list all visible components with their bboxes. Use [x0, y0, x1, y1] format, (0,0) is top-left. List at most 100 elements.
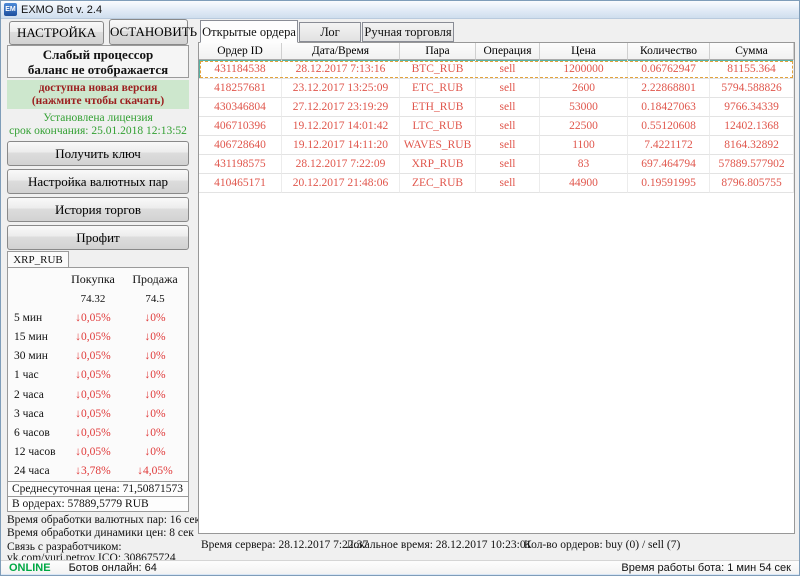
- col-header-order-id[interactable]: Ордер ID: [199, 43, 282, 60]
- average-daily-price: Среднесуточная цена: 71,50871573: [8, 481, 188, 496]
- cell-datetime: 28.12.2017 7:13:16: [282, 60, 400, 79]
- cell-price: 22500: [540, 117, 628, 136]
- period-label: 6 часов: [10, 427, 62, 439]
- in-orders-total: В ордерах: 57889,5779 RUB: [8, 496, 188, 511]
- pairs-processing-time: Время обработки валютных пар: 16 сек: [7, 514, 195, 526]
- table-row[interactable]: 406728640 19.12.2017 14:11:20 WAVES_RUB …: [199, 136, 794, 155]
- get-key-button[interactable]: Получить ключ: [7, 141, 189, 166]
- cell-quantity: 0.06762947: [628, 60, 710, 79]
- table-empty-area: [199, 193, 794, 533]
- table-row[interactable]: 431184538 28.12.2017 7:13:16 BTC_RUB sel…: [199, 60, 794, 79]
- update-line2: (нажмите чтобы скачать): [7, 95, 189, 108]
- license-line2: срок окончания: 25.01.2018 12:13:52: [7, 125, 189, 138]
- tab-xrp-rub[interactable]: XRP_RUB: [7, 251, 69, 268]
- cell-order-id: 410465171: [199, 174, 282, 193]
- window-title: EXMO Bot v. 2.4: [21, 4, 102, 16]
- buy-change: ↓0,05%: [62, 350, 124, 362]
- cell-quantity: 2.22868801: [628, 79, 710, 98]
- warning-line1: Слабый процессор: [8, 47, 188, 62]
- update-line1: доступна новая версия: [7, 82, 189, 95]
- buy-change: ↓0,05%: [62, 331, 124, 343]
- cell-operation: sell: [476, 98, 540, 117]
- col-header-sum[interactable]: Сумма: [710, 43, 794, 60]
- buy-change: ↓3,78%: [62, 465, 124, 477]
- period-label: 5 мин: [10, 312, 62, 324]
- cell-quantity: 0.18427063: [628, 98, 710, 117]
- sell-change: ↓0%: [124, 331, 186, 343]
- table-row[interactable]: 406710396 19.12.2017 14:01:42 LTC_RUB se…: [199, 117, 794, 136]
- status-bar: ONLINE Ботов онлайн: 64 Время работы бот…: [1, 560, 799, 574]
- col-header-operation[interactable]: Операция: [476, 43, 540, 60]
- cell-order-id: 418257681: [199, 79, 282, 98]
- license-info: Установлена лицензия срок окончания: 25.…: [7, 112, 189, 138]
- settings-button[interactable]: НАСТРОЙКА: [9, 21, 104, 45]
- cell-quantity: 0.55120608: [628, 117, 710, 136]
- period-label: 2 часа: [10, 389, 62, 401]
- title-bar: EM EXMO Bot v. 2.4: [1, 1, 799, 19]
- table-row[interactable]: 431198575 28.12.2017 7:22:09 XRP_RUB sel…: [199, 155, 794, 174]
- col-header-price[interactable]: Цена: [540, 43, 628, 60]
- col-header-quantity[interactable]: Количество: [628, 43, 710, 60]
- buy-price: 74.32: [62, 293, 124, 305]
- table-row[interactable]: 430346804 27.12.2017 23:19:29 ETH_RUB se…: [199, 98, 794, 117]
- period-label: 3 часа: [10, 408, 62, 420]
- cell-operation: sell: [476, 155, 540, 174]
- orders-count: Кол-во ордеров: buy (0) / sell (7): [524, 539, 680, 551]
- tab-manual-trading[interactable]: Ручная торговля: [362, 22, 454, 42]
- buy-change: ↓0,05%: [62, 408, 124, 420]
- cell-sum: 8164.32892: [710, 136, 794, 155]
- local-time: Локальное время: 28.12.2017 10:23:01: [346, 539, 531, 551]
- buy-change: ↓0,05%: [62, 312, 124, 324]
- sell-change: ↓0%: [124, 427, 186, 439]
- cell-price: 1100: [540, 136, 628, 155]
- col-header-datetime[interactable]: Дата/Время: [282, 43, 400, 60]
- cell-quantity: 7.4221172: [628, 136, 710, 155]
- cell-pair: ETH_RUB: [400, 98, 476, 117]
- cell-pair: XRP_RUB: [400, 155, 476, 174]
- cell-pair: ZEC_RUB: [400, 174, 476, 193]
- sell-change: ↓0%: [124, 446, 186, 458]
- table-row[interactable]: 410465171 20.12.2017 21:48:06 ZEC_RUB se…: [199, 174, 794, 193]
- bot-uptime: Время работы бота: 1 мин 54 сек: [621, 562, 791, 574]
- cell-order-id: 431184538: [199, 60, 282, 79]
- period-label: 15 мин: [10, 331, 62, 343]
- tab-open-orders[interactable]: Открытые ордера: [200, 20, 298, 43]
- cell-sum: 57889.577902: [710, 155, 794, 174]
- table-row[interactable]: 418257681 23.12.2017 13:25:09 ETC_RUB se…: [199, 79, 794, 98]
- app-window: EM EXMO Bot v. 2.4 НАСТРОЙКА ОСТАНОВИТЬ …: [0, 0, 800, 576]
- cell-price: 1200000: [540, 60, 628, 79]
- update-available-notice[interactable]: доступна новая версия (нажмите чтобы ска…: [7, 80, 189, 109]
- cell-datetime: 20.12.2017 21:48:06: [282, 174, 400, 193]
- cell-sum: 12402.1368: [710, 117, 794, 136]
- profit-button[interactable]: Профит: [7, 225, 189, 250]
- period-label: 12 часов: [10, 446, 62, 458]
- orders-table: Ордер ID Дата/Время Пара Операция Цена К…: [198, 42, 795, 534]
- cell-pair: BTC_RUB: [400, 60, 476, 79]
- buy-column-header: Покупка: [62, 272, 124, 287]
- sell-price: 74.5: [124, 293, 186, 305]
- cell-order-id: 406710396: [199, 117, 282, 136]
- period-label: 30 мин: [10, 350, 62, 362]
- buy-change: ↓0,05%: [62, 427, 124, 439]
- cpu-warning-notice: Слабый процессор баланс не отображается: [7, 45, 189, 78]
- cell-quantity: 697.464794: [628, 155, 710, 174]
- sell-change: ↓4,05%: [124, 465, 186, 477]
- sell-change: ↓0%: [124, 350, 186, 362]
- cell-price: 53000: [540, 98, 628, 117]
- cell-operation: sell: [476, 79, 540, 98]
- pair-dynamics-grid: Покупка Продажа 74.32 74.5 5 мин ↓0,05% …: [8, 268, 188, 481]
- col-header-pair[interactable]: Пара: [400, 43, 476, 60]
- cell-operation: sell: [476, 117, 540, 136]
- app-icon: EM: [4, 3, 17, 16]
- cell-sum: 5794.588826: [710, 79, 794, 98]
- period-label: 24 часа: [10, 465, 62, 477]
- stop-button[interactable]: ОСТАНОВИТЬ: [109, 19, 188, 45]
- cell-sum: 81155.364: [710, 60, 794, 79]
- pair-dynamics-panel: Покупка Продажа 74.32 74.5 5 мин ↓0,05% …: [7, 267, 189, 512]
- cell-sum: 9766.34339: [710, 98, 794, 117]
- pair-settings-button[interactable]: Настройка валютных пар: [7, 169, 189, 194]
- cell-datetime: 23.12.2017 13:25:09: [282, 79, 400, 98]
- sell-change: ↓0%: [124, 389, 186, 401]
- trade-history-button[interactable]: История торгов: [7, 197, 189, 222]
- tab-work-log[interactable]: Лог работы: [299, 22, 361, 42]
